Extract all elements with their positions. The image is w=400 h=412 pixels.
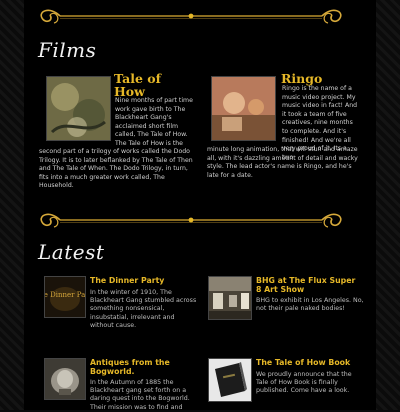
flux-art-show-thumbnail[interactable] — [208, 276, 252, 320]
film-title-ringo[interactable]: Ringo — [281, 72, 322, 85]
latest-text-tale-of-how-book: We proudly announce that the Tale of How… — [256, 371, 352, 395]
antiques-bogworld-thumbnail[interactable] — [44, 358, 86, 400]
latest-title-tale-of-how-book[interactable]: The Tale of How Book — [256, 358, 361, 367]
dinner-party-thumbnail[interactable]: The Dinner Party — [44, 276, 86, 318]
tale-of-how-thumbnail[interactable] — [46, 76, 111, 141]
latest-text-dinner-party: In the winter of 1910, The Blackheart Ga… — [90, 289, 197, 329]
latest-title-flux-art-show[interactable]: BHG at The Flux Super 8 Art Show — [256, 276, 361, 294]
film-description-tale-of-how-cont: second part of a trilogy of works called… — [39, 148, 193, 190]
flourish-divider-top — [36, 3, 346, 29]
ringo-thumbnail[interactable] — [211, 76, 276, 141]
flourish-divider-middle — [36, 207, 346, 233]
latest-title-antiques-bogworld[interactable]: Antiques from the Bogworld. — [90, 358, 200, 376]
side-pattern-right — [374, 0, 400, 410]
latest-text-flux-art-show: BHG to exhibit in Los Angeles. No, not t… — [256, 297, 364, 313]
films-heading: Films — [38, 38, 97, 62]
side-pattern-left — [0, 0, 26, 410]
latest-title-dinner-party[interactable]: The Dinner Party — [90, 276, 200, 285]
latest-text-antiques-bogworld: In the Autumn of 1885 the Blackheart gan… — [90, 379, 190, 411]
film-description-ringo-cont: minute long animation, that will stun an… — [207, 146, 358, 179]
latest-heading: Latest — [38, 240, 105, 264]
film-description-tale-of-how: Nine months of part time work gave birth… — [115, 97, 193, 147]
dinner-party-thumbnail-caption: The Dinner Party — [45, 291, 85, 299]
tale-of-how-book-thumbnail[interactable] — [208, 358, 252, 402]
